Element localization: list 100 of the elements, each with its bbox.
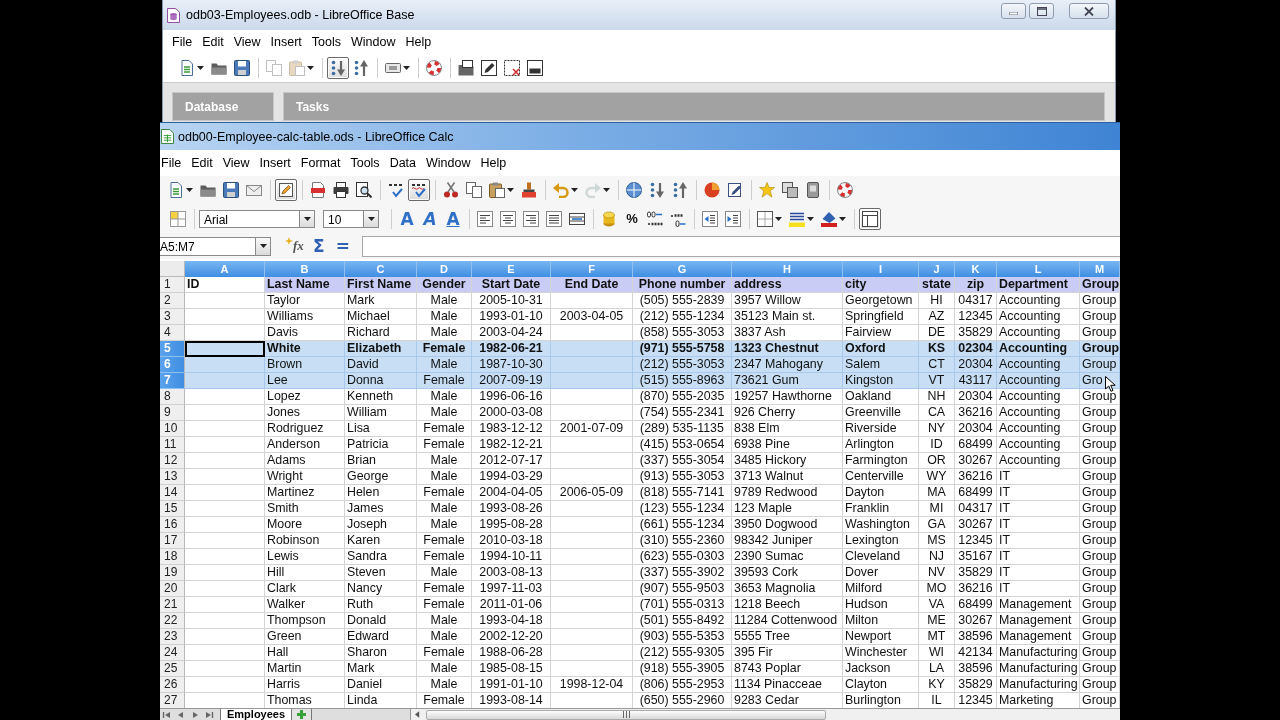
close-button[interactable] [1069,3,1109,19]
row-header[interactable]: 10 [160,421,185,437]
row-header[interactable]: 8 [160,389,185,405]
row-header[interactable]: 13 [160,469,185,485]
table-cell: (806) 555-2953 [633,677,732,693]
row-header[interactable]: 21 [160,597,185,613]
table-cell: Riverside [843,421,919,437]
horizontal-scrollbar[interactable] [410,709,1120,720]
menu-item[interactable]: Format [300,155,341,171]
scrollbar-thumb[interactable] [426,709,827,720]
menu-item[interactable]: Window [351,34,396,50]
table-cell: Farmington [843,453,919,469]
row-header[interactable]: 11 [160,437,185,453]
table-cell: Male [417,389,472,405]
row-header[interactable]: 24 [160,645,185,661]
maximize-button[interactable] [1029,3,1054,19]
row-header[interactable]: 23 [160,629,185,645]
row-header[interactable]: 18 [160,549,185,565]
table-cell: Milton [843,613,919,629]
menu-item[interactable]: Tools [350,155,380,171]
first-icon[interactable] [162,709,172,720]
menu-item[interactable]: Window [426,155,471,171]
table-cell: Sharon [345,645,417,661]
function-wizard-button[interactable]: fx [285,236,304,256]
table-cell: 68499 [955,485,997,501]
dropdown-button[interactable] [255,236,271,256]
row-header[interactable]: 17 [160,533,185,549]
menu-item[interactable]: Insert [270,34,302,50]
row-header[interactable]: 15 [160,501,185,517]
table-header-cell: zip [955,277,997,293]
menu-item[interactable]: Edit [202,34,224,50]
dropdown-button[interactable] [299,209,315,228]
menu-item[interactable]: File [172,34,193,50]
sum-button[interactable]: Σ [309,236,328,256]
table-cell: 73621 Gum [732,373,843,389]
menu-item[interactable]: View [222,155,250,171]
table-cell: Male [417,293,472,309]
menu-item[interactable]: Tools [311,34,342,50]
last-icon[interactable] [204,709,214,720]
table-cell: Group [1080,437,1120,453]
table-cell: IT [997,501,1080,517]
table-cell: Lopez [265,389,345,405]
menu-item[interactable]: Data [389,155,417,171]
row-header[interactable]: 20 [160,581,185,597]
menu-item[interactable]: File [161,155,182,171]
row-header[interactable]: 16 [160,517,185,533]
add-sheet-button[interactable] [292,709,313,720]
underline-button[interactable]: A [442,207,464,230]
percent-button[interactable]: % [621,207,643,230]
row-header[interactable]: 2 [160,293,185,309]
next-icon[interactable] [190,709,200,720]
table-cell: Steven [345,565,417,581]
table-cell: 3957 Willow [732,293,843,309]
formula-input-field[interactable] [361,235,1120,257]
sparkle-icon [285,237,293,245]
row-header[interactable]: 4 [160,325,185,341]
table-cell: 1991-01-10 [472,677,551,693]
table-cell: Manufacturing [997,661,1080,677]
bold-button[interactable]: A [396,207,418,230]
table-cell: ME [919,613,955,629]
previous-icon[interactable] [176,709,186,720]
table-cell: (907) 555-9503 [633,581,732,597]
row-header[interactable]: 25 [160,661,185,677]
menu-item[interactable]: Help [405,34,432,50]
menu-item[interactable]: View [233,34,261,50]
name-box-field[interactable]: A5:M7 [160,236,255,256]
font-size-field[interactable]: 10 [323,209,363,228]
row-header[interactable]: 1 [160,277,185,293]
table-cell: 1995-08-28 [472,517,551,533]
row-header[interactable]: 27 [160,693,185,708]
table-cell: (818) 555-7141 [633,485,732,501]
table-cell: (337) 555-3054 [633,453,732,469]
table-cell: 38596 [955,661,997,677]
menu-item[interactable]: Help [480,155,507,171]
table-cell: IT [997,549,1080,565]
row-header[interactable]: 12 [160,453,185,469]
row-header[interactable]: 22 [160,613,185,629]
menu-item[interactable]: Insert [259,155,291,171]
table-cell: Williams [265,309,345,325]
row-header[interactable]: 14 [160,485,185,501]
table-cell: 04317 [955,293,997,309]
italic-button[interactable]: A [419,207,441,230]
caret-icon [367,216,375,221]
table-cell: Group [1080,309,1120,325]
dropdown-button[interactable] [363,209,379,228]
table-cell: (310) 555-2360 [633,533,732,549]
row-header[interactable]: 3 [160,309,185,325]
sheet-tab[interactable]: Employees [220,709,293,720]
table-cell: 8743 Poplar [732,661,843,677]
scroll-left-icon[interactable] [415,711,421,718]
row-header[interactable]: 26 [160,677,185,693]
menu-item[interactable]: Edit [191,155,213,171]
row-header[interactable]: 19 [160,565,185,581]
function-button[interactable]: = [333,236,352,256]
table-cell: Daniel [345,677,417,693]
row-header[interactable]: 9 [160,405,185,421]
font-name-field[interactable]: Arial [199,209,299,228]
table-cell: (913) 555-3053 [633,469,732,485]
table-cell: Male [417,453,472,469]
table-cell: 9789 Redwood [732,485,843,501]
